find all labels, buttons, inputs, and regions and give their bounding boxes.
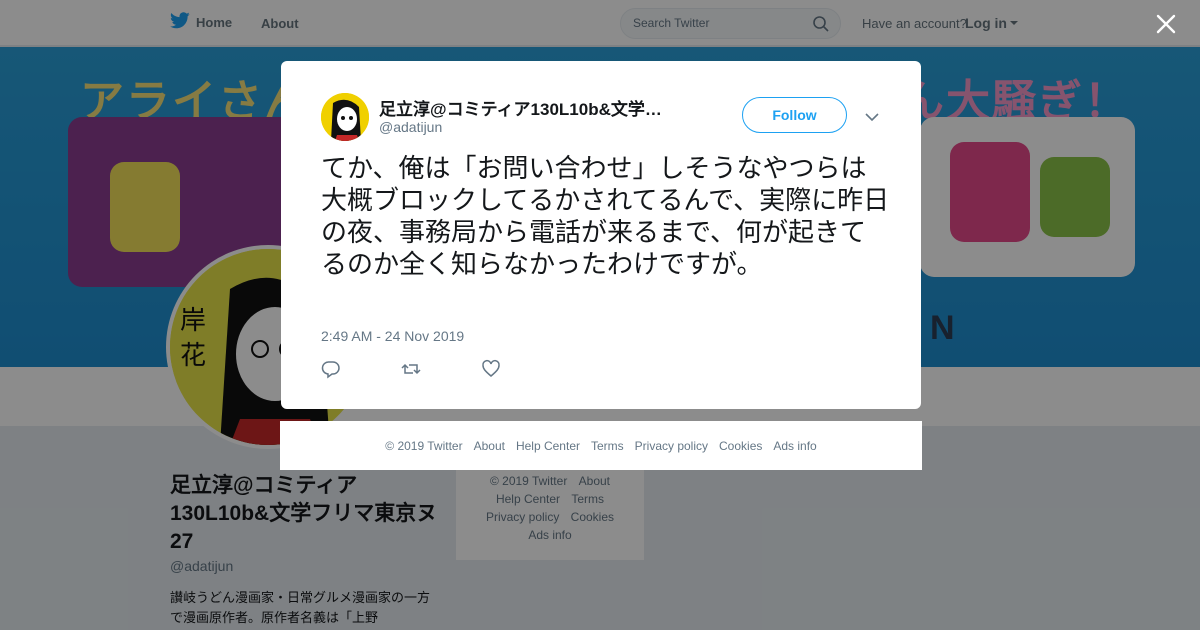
chevron-down-icon[interactable]	[865, 109, 879, 127]
reply-icon[interactable]	[321, 359, 341, 379]
tweet-author-handle[interactable]: @adatijun	[379, 119, 442, 135]
heart-icon[interactable]	[481, 359, 501, 379]
tweet-actions	[321, 359, 501, 379]
footer-about-link[interactable]: About	[474, 439, 505, 453]
tweet-timestamp[interactable]: 2:49 AM - 24 Nov 2019	[321, 328, 464, 344]
footer-terms-link[interactable]: Terms	[591, 439, 624, 453]
retweet-icon[interactable]	[401, 359, 421, 379]
footer-copyright: © 2019 Twitter	[385, 438, 463, 453]
footer-cookies-link[interactable]: Cookies	[719, 439, 762, 453]
close-icon[interactable]	[1154, 12, 1178, 36]
tweet-text: てか、俺は「お問い合わせ」しそうなやつらは大概ブロックしてるかされてるんで、実際…	[321, 154, 890, 280]
tweet-author-name[interactable]: 足立淳@コミティア130L10b&文学…	[379, 95, 662, 120]
footer-privacy-link[interactable]: Privacy policy	[635, 439, 708, 453]
modal-footer: © 2019 Twitter About Help Center Terms P…	[280, 421, 922, 470]
footer-ads-link[interactable]: Ads info	[773, 439, 816, 453]
follow-button[interactable]: Follow	[742, 97, 847, 133]
tweet-modal: 足立淳@コミティア130L10b&文学… @adatijun Follow てか…	[281, 61, 921, 409]
tweet-author-avatar[interactable]	[321, 93, 369, 141]
footer-help-link[interactable]: Help Center	[516, 439, 580, 453]
